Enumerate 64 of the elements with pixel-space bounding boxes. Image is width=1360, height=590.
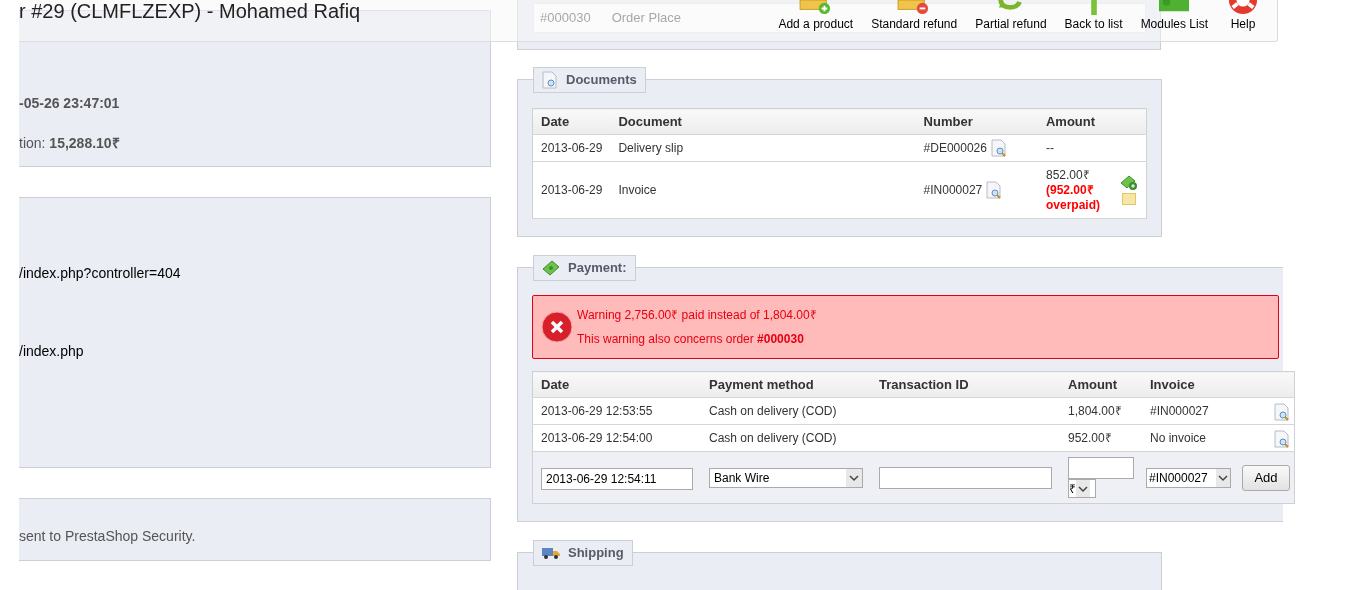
info-text: -05-26 23:47:01 <box>19 94 121 112</box>
column-header: Document <box>610 108 916 135</box>
transaction-id-input[interactable] <box>879 466 1052 489</box>
order-number: #000030 <box>540 9 591 28</box>
banknote-add-icon[interactable] <box>1120 175 1138 191</box>
column-header: Payment method <box>701 371 871 398</box>
table-cell: Invoice <box>618 183 657 197</box>
section-title: Documents <box>566 71 637 90</box>
column-header: Number <box>915 108 1038 135</box>
caret-icon <box>1216 468 1230 487</box>
section-title: Shipping <box>568 544 624 563</box>
document-search-icon <box>542 71 558 89</box>
table-cell: Cash on delivery (COD) <box>709 431 837 445</box>
table-cell: 2013-06-29 <box>541 141 603 155</box>
table-cell: 952.00₹ <box>1068 431 1112 445</box>
error-icon <box>541 311 573 343</box>
document-search-icon[interactable] <box>990 139 1007 157</box>
info-text: sent to PrestaShop Security. <box>19 527 197 545</box>
table-cell: #IN000027 <box>1150 404 1209 418</box>
table-cell-text: 852.00₹ <box>1046 167 1091 183</box>
amount-input[interactable] <box>1068 457 1134 479</box>
toolbar-button[interactable]: Partial refund <box>966 0 1056 40</box>
info-text: /index.php?controller=404 <box>19 264 182 282</box>
toolbar-button[interactable]: Back to list <box>1055 0 1132 40</box>
date-input[interactable]: 2013-06-29 12:54:11 <box>541 467 693 490</box>
toolbar-button[interactable]: Add a product <box>769 0 863 40</box>
table-cell-text: -- <box>1046 140 1055 156</box>
column-header: Date <box>532 108 611 135</box>
column-header: Amount <box>1038 108 1120 135</box>
caret-icon <box>1076 480 1090 497</box>
info-text: /index.php <box>19 342 85 360</box>
column-header: Amount <box>1060 371 1142 398</box>
column-header: Date <box>532 371 701 398</box>
banknote-icon <box>542 260 560 276</box>
toolbar-button[interactable]: Modules List <box>1131 0 1217 40</box>
column-header: Invoice <box>1142 371 1265 398</box>
table-cell: Delivery slip <box>618 141 684 155</box>
invoice-select[interactable]: #IN000027 <box>1146 467 1231 488</box>
table-cell: Cash on delivery (COD) <box>709 404 837 418</box>
document-number-link[interactable]: #IN000027 <box>923 181 983 199</box>
table-cell: 2013-06-29 <box>541 183 603 197</box>
column-header: Transaction ID <box>871 371 1060 398</box>
toolbar-button[interactable]: Help <box>1217 0 1269 40</box>
order-status: Order Place <box>611 9 681 28</box>
table-cell: No invoice <box>1150 431 1207 445</box>
page-title: r #29 (CLMFLZEXP) - Mohamed Rafiq <box>19 0 361 24</box>
warning-text: This warning also concerns order #000030 <box>577 331 805 348</box>
payment-method-select[interactable]: Bank Wire <box>709 467 863 488</box>
document-search-icon[interactable] <box>986 181 1003 199</box>
table-cell: 1,804.00₹ <box>1068 404 1122 418</box>
overpaid-note: (952.00₹ overpaid) <box>1046 182 1101 213</box>
add-button[interactable]: Add <box>1242 464 1290 491</box>
truck-icon <box>542 546 560 560</box>
warning-text: Warning 2,756.00₹ paid instead of 1,804.00₹ <box>577 307 817 324</box>
table-cell: 2013-06-29 12:54:00 <box>541 431 653 445</box>
document-search-icon[interactable] <box>1274 429 1290 448</box>
info-text: tion: 15,288.10₹ <box>19 134 121 152</box>
caret-icon <box>846 468 862 487</box>
document-number-link[interactable]: #DE000026 <box>923 139 987 157</box>
toolbar-button[interactable]: Standard refund <box>862 0 967 40</box>
document-search-icon[interactable] <box>1274 402 1290 421</box>
table-cell: 2013-06-29 12:53:55 <box>541 404 653 418</box>
currency-select[interactable]: ₹ <box>1068 479 1096 498</box>
section-title: Payment: <box>568 259 627 278</box>
